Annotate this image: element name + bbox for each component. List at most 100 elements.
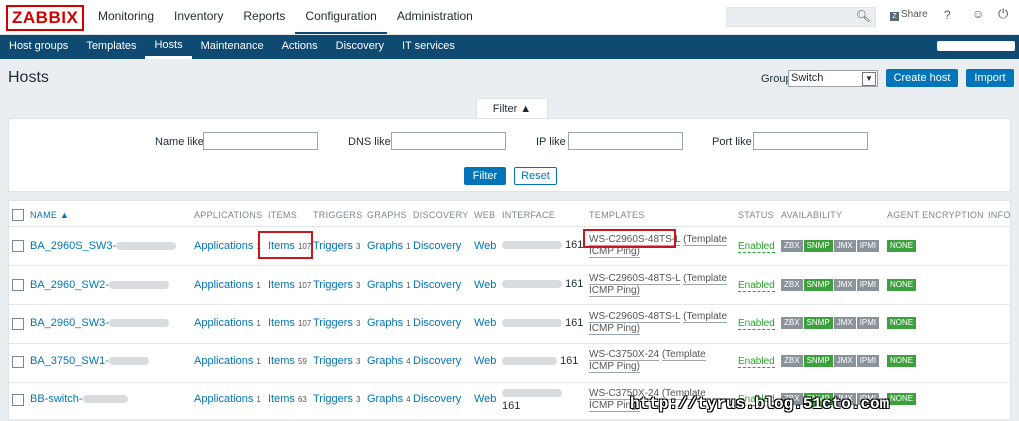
applications-link[interactable]: Applications — [194, 279, 253, 291]
subnav-it-services[interactable]: IT services — [393, 35, 464, 59]
applications-link[interactable]: Applications — [194, 355, 253, 367]
encryption-badge: NONE — [887, 240, 917, 252]
web-link[interactable]: Web — [474, 393, 496, 405]
column-agent-encryption: AGENT ENCRYPTION — [887, 210, 984, 220]
discovery-link[interactable]: Discovery — [413, 240, 461, 252]
ip-like-input[interactable] — [568, 132, 683, 150]
web-link[interactable]: Web — [474, 240, 496, 252]
row-checkbox[interactable] — [12, 394, 24, 406]
triggers-link[interactable]: Triggers — [313, 355, 353, 367]
column-name[interactable]: NAME ▲ — [30, 210, 69, 220]
help-icon[interactable]: ? — [944, 8, 951, 22]
status-toggle[interactable]: Enabled — [738, 280, 775, 292]
redacted-text — [108, 357, 149, 366]
subnav-maintenance[interactable]: Maintenance — [192, 35, 273, 59]
items-link[interactable]: Items — [268, 355, 295, 367]
create-host-button[interactable]: Create host — [886, 69, 958, 87]
discovery-link[interactable]: Discovery — [413, 355, 461, 367]
import-button[interactable]: Import — [966, 69, 1014, 87]
applications-link[interactable]: Applications — [194, 240, 253, 252]
zabbix-logo[interactable]: ZABBIX — [6, 5, 85, 31]
nav-administration[interactable]: Administration — [387, 0, 483, 34]
subnav-host-groups[interactable]: Host groups — [0, 35, 77, 59]
triggers-link[interactable]: Triggers — [313, 279, 353, 291]
template-link[interactable]: WS-C3750X-24 — [589, 349, 660, 361]
redacted-server-name — [937, 41, 1015, 51]
zbx-badge: ZBX — [781, 355, 803, 367]
graphs-link[interactable]: Graphs — [367, 355, 403, 367]
nav-configuration[interactable]: Configuration — [295, 0, 387, 34]
redacted-text — [108, 281, 169, 290]
template-link[interactable]: WS-C2960S-48TS-L — [589, 273, 681, 285]
triggers-link[interactable]: Triggers — [313, 317, 353, 329]
column-info: INFO — [988, 210, 1011, 220]
column-interface: INTERFACE — [502, 210, 556, 220]
host-name-link[interactable]: BA_2960_SW3- — [30, 317, 109, 329]
row-checkbox[interactable] — [12, 240, 24, 252]
nav-inventory[interactable]: Inventory — [164, 0, 233, 34]
status-toggle[interactable]: Enabled — [738, 241, 775, 253]
filter-tab[interactable]: Filter ▲ — [476, 98, 548, 119]
row-checkbox[interactable] — [12, 356, 24, 368]
status-toggle[interactable]: Enabled — [738, 356, 775, 368]
web-link[interactable]: Web — [474, 279, 496, 291]
redacted-text — [502, 357, 557, 366]
search-input[interactable]: 🔍︎ — [726, 7, 876, 27]
nav-reports[interactable]: Reports — [233, 0, 295, 34]
group-select[interactable]: Switch ▼ — [788, 70, 878, 87]
status-toggle[interactable]: Enabled — [738, 318, 775, 330]
nav-monitoring[interactable]: Monitoring — [88, 0, 164, 34]
discovery-link[interactable]: Discovery — [413, 393, 461, 405]
zbx-badge: ZBX — [781, 279, 803, 291]
web-link[interactable]: Web — [474, 355, 496, 367]
subnav-templates[interactable]: Templates — [77, 35, 145, 59]
share-button[interactable]: Z Share — [890, 9, 928, 21]
items-link[interactable]: Items — [268, 317, 295, 329]
graphs-link[interactable]: Graphs — [367, 240, 403, 252]
redacted-text — [502, 241, 562, 250]
column-status[interactable]: STATUS — [738, 210, 774, 220]
column-graphs: GRAPHS — [367, 210, 407, 220]
row-checkbox[interactable] — [12, 279, 24, 291]
column-triggers: TRIGGERS — [313, 210, 363, 220]
host-name-link[interactable]: BB-switch- — [30, 393, 83, 405]
template-link[interactable]: WS-C2960S-48TS-L — [589, 311, 681, 323]
ipmi-badge: IPMI — [856, 317, 880, 329]
interface-port: 161 — [565, 317, 584, 329]
subnav-hosts[interactable]: Hosts — [145, 35, 192, 59]
host-name-link[interactable]: BA_2960S_SW3- — [30, 240, 116, 252]
user-icon[interactable]: ☺ — [972, 7, 984, 21]
redacted-text — [502, 319, 562, 328]
reset-button[interactable]: Reset — [514, 167, 557, 185]
discovery-link[interactable]: Discovery — [413, 317, 461, 329]
items-link[interactable]: Items — [268, 279, 295, 291]
name-like-input[interactable] — [203, 132, 318, 150]
select-all-checkbox[interactable] — [12, 209, 24, 221]
graphs-link[interactable]: Graphs — [367, 393, 403, 405]
interface-port: 161 — [502, 400, 521, 412]
search-icon[interactable]: 🔍︎ — [856, 9, 871, 23]
triggers-link[interactable]: Triggers — [313, 393, 353, 405]
applications-link[interactable]: Applications — [194, 317, 253, 329]
items-link[interactable]: Items — [268, 393, 295, 405]
discovery-link[interactable]: Discovery — [413, 279, 461, 291]
host-name-link[interactable]: BA_3750_SW1- — [30, 355, 109, 367]
name-like-label: Name like — [155, 136, 204, 148]
column-items: ITEMS — [268, 210, 298, 220]
graphs-link[interactable]: Graphs — [367, 279, 403, 291]
web-link[interactable]: Web — [474, 317, 496, 329]
port-like-input[interactable] — [753, 132, 868, 150]
host-name-link[interactable]: BA_2960_SW2- — [30, 279, 109, 291]
subnav-actions[interactable]: Actions — [273, 35, 327, 59]
triggers-link[interactable]: Triggers — [313, 240, 353, 252]
subnav-discovery[interactable]: Discovery — [327, 35, 393, 59]
dns-like-input[interactable] — [391, 132, 506, 150]
applications-link[interactable]: Applications — [194, 393, 253, 405]
power-icon[interactable]: ⏻ — [998, 6, 1008, 22]
top-bar: ZABBIX Monitoring Inventory Reports Conf… — [0, 0, 1019, 35]
graphs-link[interactable]: Graphs — [367, 317, 403, 329]
row-checkbox[interactable] — [12, 318, 24, 330]
snmp-badge: SNMP — [803, 317, 833, 329]
filter-button[interactable]: Filter — [464, 167, 506, 185]
ipmi-badge: IPMI — [856, 355, 880, 367]
